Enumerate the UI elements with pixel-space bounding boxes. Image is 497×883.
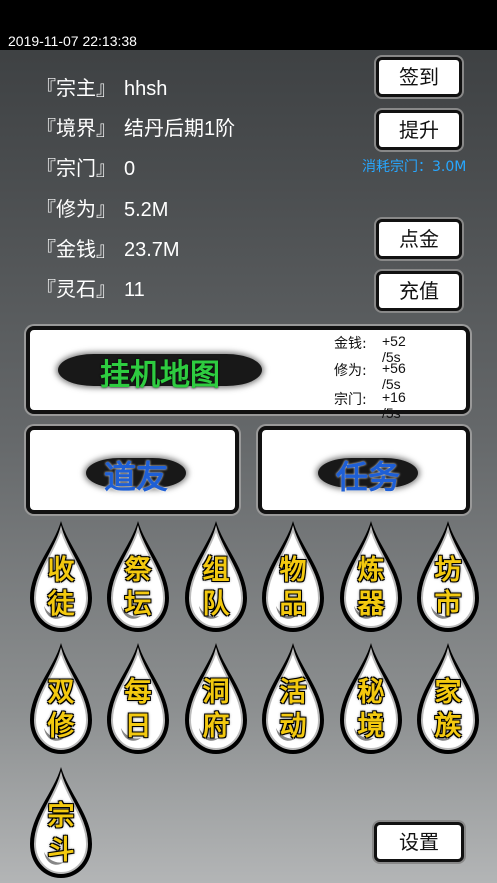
menu-drop-秘境[interactable]: 秘境 [336, 640, 406, 758]
stat-realm: 『境界』 结丹后期1阶 [36, 112, 235, 141]
menu-char-bottom: 动 [279, 711, 307, 742]
stat-cultivation: 『修为』 5.2M [36, 193, 168, 222]
stat-value: 11 [124, 279, 145, 301]
recharge-button[interactable]: 充值 [376, 271, 462, 311]
rate-name: 金钱: [334, 336, 367, 352]
menu-char-top: 祭 [124, 555, 152, 586]
friends-label: 道友 [103, 458, 168, 496]
rate-money: 金钱: +52 /5s [334, 333, 406, 365]
stat-label: 『灵石』 [36, 277, 116, 301]
menu-drop-祭坛[interactable]: 祭坛 [103, 518, 173, 636]
stat-spirit-stone: 『灵石』 11 [36, 273, 145, 302]
menu-drop-活动[interactable]: 活动 [258, 640, 328, 758]
menu-drop-每日[interactable]: 每日 [103, 640, 173, 758]
menu-char-top: 收 [47, 555, 75, 586]
menu-char-bottom: 队 [202, 589, 230, 620]
menu-char-bottom: 坛 [124, 589, 152, 620]
menu-char-top: 组 [202, 555, 230, 586]
menu-drop-双修[interactable]: 双修 [26, 640, 96, 758]
settings-button[interactable]: 设置 [374, 822, 464, 862]
menu-drop-物品[interactable]: 物品 [258, 518, 328, 636]
menu-char-top: 坊 [434, 555, 462, 586]
menu-char-top: 物 [279, 555, 307, 586]
stat-value: 5.2M [124, 199, 169, 221]
menu-char-top: 活 [279, 677, 307, 708]
rate-name: 宗门: [334, 392, 367, 408]
stat-label: 『金钱』 [36, 237, 116, 261]
upgrade-button[interactable]: 提升 [376, 110, 462, 150]
stat-sect: 『宗门』 0 [36, 152, 135, 181]
menu-char-bottom: 器 [357, 589, 385, 620]
menu-char-bottom: 府 [202, 711, 230, 742]
status-datetime: 2019-11-07 22:13:38 [8, 33, 137, 49]
menu-char-bottom: 境 [357, 711, 385, 742]
menu-char-bottom: 徒 [47, 589, 75, 620]
tasks-button[interactable]: 任务 [258, 426, 470, 514]
menu-drop-炼器[interactable]: 炼器 [336, 518, 406, 636]
stat-label: 『宗门』 [36, 156, 116, 180]
menu-char-bottom: 市 [434, 589, 462, 620]
gold-button[interactable]: 点金 [376, 219, 462, 259]
checkin-button[interactable]: 签到 [376, 57, 462, 97]
menu-char-bottom: 族 [434, 711, 462, 742]
stat-label: 『修为』 [36, 197, 116, 221]
stat-label: 『境界』 [36, 116, 116, 140]
rate-value: +16 /5s [382, 389, 406, 421]
menu-char-bottom: 日 [124, 711, 152, 742]
rate-sect: 宗门: +16 /5s [334, 389, 406, 421]
stat-label: 『宗主』 [36, 76, 116, 100]
menu-char-top: 家 [434, 677, 462, 708]
stat-value: 结丹后期1阶 [124, 118, 236, 140]
rate-cultivation: 修为: +56 /5s [334, 360, 406, 392]
menu-char-top: 秘 [357, 677, 385, 708]
tasks-label: 任务 [335, 458, 400, 496]
menu-drop-坊市[interactable]: 坊市 [413, 518, 483, 636]
rate-value: +56 /5s [382, 360, 406, 392]
stat-value: hhsh [124, 78, 168, 100]
menu-char-top: 宗 [47, 801, 75, 832]
upgrade-cost-text: 消耗宗门：3.0M [362, 159, 467, 175]
stat-money: 『金钱』 23.7M [36, 233, 180, 262]
status-bar: 2019-11-07 22:13:38 [0, 0, 497, 50]
menu-drop-家族[interactable]: 家族 [413, 640, 483, 758]
rate-name: 修为: [334, 363, 367, 379]
stat-value: 23.7M [124, 239, 180, 261]
friends-button[interactable]: 道友 [26, 426, 239, 514]
menu-drop-宗斗[interactable]: 宗斗 [26, 764, 96, 882]
menu-char-top: 洞 [202, 677, 230, 708]
menu-drop-洞府[interactable]: 洞府 [181, 640, 251, 758]
menu-char-bottom: 品 [279, 589, 307, 620]
stat-value: 0 [124, 158, 136, 180]
menu-char-top: 双 [47, 677, 75, 708]
menu-char-top: 每 [124, 677, 152, 708]
menu-drop-收徒[interactable]: 收徒 [26, 518, 96, 636]
menu-drop-组队[interactable]: 组队 [181, 518, 251, 636]
idle-map-label: 挂机地图 [100, 358, 220, 393]
menu-char-bottom: 斗 [47, 835, 75, 866]
menu-char-bottom: 修 [47, 711, 75, 742]
stat-master: 『宗主』 hhsh [36, 72, 167, 101]
menu-char-top: 炼 [357, 555, 385, 586]
